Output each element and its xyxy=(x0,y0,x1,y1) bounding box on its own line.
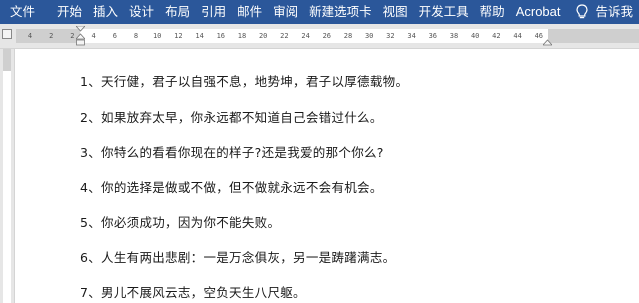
tab-file[interactable]: 文件 xyxy=(6,0,39,24)
ruler-number: 2 xyxy=(70,32,75,40)
paragraph-2[interactable]: 2、如果放弃太早，你永远都不知道自己会错过什么。 xyxy=(80,107,383,126)
ruler-number: 46 xyxy=(534,32,544,40)
vertical-ruler-track[interactable] xyxy=(3,49,11,303)
ruler-number: 26 xyxy=(322,32,332,40)
tab-review[interactable]: 审阅 xyxy=(269,0,302,24)
ruler-number: 36 xyxy=(428,32,438,40)
ribbon-tab-bar: 文件 开始 插入 设计 布局 引用 邮件 审阅 新建选项卡 视图 开发工具 帮助… xyxy=(0,0,639,24)
right-indent-marker-icon[interactable] xyxy=(543,39,552,47)
ruler-number: 8 xyxy=(133,32,139,40)
tab-developer[interactable]: 开发工具 xyxy=(415,0,473,24)
tab-home[interactable]: 开始 xyxy=(53,0,86,24)
ruler-number: 44 xyxy=(513,32,522,40)
ruler-number: 2 xyxy=(49,32,54,40)
paragraph-7[interactable]: 7、男儿不展风云志，空负天生八尺躯。 xyxy=(80,282,306,301)
ruler-right-margin xyxy=(548,29,639,43)
tab-acrobat[interactable]: Acrobat xyxy=(512,0,565,24)
vertical-ruler-top-margin xyxy=(3,49,11,71)
tab-design[interactable]: 设计 xyxy=(125,0,158,24)
paragraph-3[interactable]: 3、你特么的看看你现在的样子?还是我爱的那个你么? xyxy=(80,142,384,161)
ruler-number: 30 xyxy=(364,32,374,40)
horizontal-ruler: 4 2 2 4 6 8 10 12 14 16 18 20 22 24 26 28 30 32 34 36 38 40 42… xyxy=(0,24,639,49)
ruler-number: 28 xyxy=(343,32,353,40)
document-page[interactable]: 1、天行健，君子以自强不息，地势坤，君子以厚德载物。 2、如果放弃太早，你永远都… xyxy=(15,49,639,303)
paragraph-4[interactable]: 4、你的选择是做或不做，但不做就永远不会有机会。 xyxy=(80,177,383,196)
tab-view[interactable]: 视图 xyxy=(379,0,412,24)
ruler-number: 4 xyxy=(91,32,96,40)
ruler-number: 40 xyxy=(470,32,480,40)
ruler-number: 4 xyxy=(27,32,33,40)
ruler-number: 10 xyxy=(152,32,162,40)
paragraph-5[interactable]: 5、你必须成功，因为你不能失败。 xyxy=(80,212,280,231)
ruler-number: 38 xyxy=(449,32,459,40)
indent-marker-icon[interactable] xyxy=(76,26,85,46)
ruler-number: 42 xyxy=(492,32,501,40)
ruler-number: 24 xyxy=(301,32,310,40)
ruler-number: 14 xyxy=(195,32,204,40)
ruler-number: 6 xyxy=(112,32,117,40)
ruler-number: 16 xyxy=(216,32,226,40)
tab-mailings[interactable]: 邮件 xyxy=(233,0,266,24)
tab-layout[interactable]: 布局 xyxy=(161,0,194,24)
paragraph-1[interactable]: 1、天行健，君子以自强不息，地势坤，君子以厚德载物。 xyxy=(80,71,408,90)
ruler-number: 32 xyxy=(386,32,395,40)
lightbulb-icon[interactable] xyxy=(575,4,588,20)
tab-new-tab[interactable]: 新建选项卡 xyxy=(305,0,376,24)
tab-references[interactable]: 引用 xyxy=(197,0,230,24)
ruler-number: 18 xyxy=(237,32,247,40)
ruler-number: 34 xyxy=(407,32,416,40)
tab-insert[interactable]: 插入 xyxy=(89,0,122,24)
tell-me-search[interactable]: 告诉我 xyxy=(592,0,638,24)
ruler-number: 20 xyxy=(258,32,268,40)
vertical-ruler xyxy=(0,49,15,303)
tab-stop-selector-icon[interactable] xyxy=(2,29,12,39)
paragraph-6[interactable]: 6、人生有两出悲剧：一是万念俱灰，另一是踌躇满志。 xyxy=(80,247,395,266)
ruler-number: 12 xyxy=(174,32,183,40)
tab-help[interactable]: 帮助 xyxy=(476,0,509,24)
ruler-number: 22 xyxy=(280,32,289,40)
